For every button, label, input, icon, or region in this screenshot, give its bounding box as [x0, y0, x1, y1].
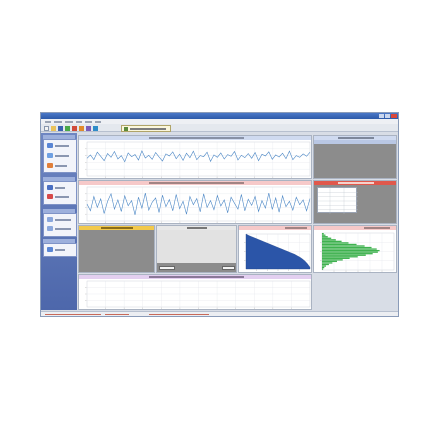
panel-title-placeholder — [338, 137, 374, 139]
graph-icon[interactable] — [47, 217, 53, 222]
help-icon[interactable] — [93, 125, 98, 131]
sidebar-item-label — [55, 165, 67, 167]
status-text — [149, 313, 209, 315]
waveform-icon[interactable] — [47, 194, 53, 199]
prev-button[interactable] — [159, 266, 175, 270]
histogram-bar — [322, 262, 333, 264]
histogram-bar — [322, 242, 349, 244]
tab-label — [130, 128, 166, 130]
sidebar-item-label — [55, 228, 71, 230]
histogram-bar — [322, 233, 324, 235]
sidebar-item-label — [55, 187, 65, 189]
settings-icon[interactable] — [86, 125, 91, 131]
histogram-bar — [322, 249, 380, 252]
histogram-bar — [322, 251, 378, 253]
new-icon[interactable] — [44, 125, 49, 131]
sidebar-item-label — [55, 155, 69, 157]
people-icon[interactable] — [47, 163, 53, 168]
status-bar — [41, 311, 398, 316]
export-icon[interactable] — [47, 247, 53, 252]
panel-header — [79, 226, 154, 230]
sidebar-section-export — [43, 243, 77, 257]
table-icon[interactable] — [47, 226, 53, 231]
info-table — [157, 230, 236, 263]
application-window — [40, 112, 399, 317]
panel-title-placeholder — [338, 182, 374, 184]
menu-item[interactable] — [76, 120, 82, 123]
sidebar-section-tools — [43, 181, 77, 205]
stats-panel-2 — [313, 180, 397, 224]
histogram-bar — [322, 248, 377, 250]
play-icon[interactable] — [65, 125, 70, 131]
histogram-bar — [322, 243, 357, 246]
histogram-bar — [322, 253, 373, 255]
distribution-chart[interactable] — [239, 226, 312, 273]
sidebar-section-actions — [43, 139, 77, 173]
histogram-bar — [322, 239, 336, 241]
histogram-bar — [322, 236, 328, 238]
signal-chart-1[interactable] — [79, 136, 312, 179]
sidebar-item-label — [55, 249, 65, 251]
menu-item[interactable] — [45, 120, 51, 123]
histogram-bar — [322, 259, 343, 261]
bottom-chart[interactable] — [79, 275, 312, 310]
panel-title-placeholder — [101, 227, 133, 229]
stats-panel-1 — [313, 135, 397, 179]
menu-item[interactable] — [65, 120, 73, 123]
close-button[interactable] — [391, 114, 397, 118]
histogram-bar — [322, 237, 332, 239]
histogram-bar — [322, 260, 337, 263]
histogram-bar — [322, 257, 350, 259]
distribution-panel — [238, 225, 312, 273]
open-folder-icon[interactable] — [47, 153, 53, 158]
chart-icon[interactable] — [79, 125, 84, 131]
sidebar — [41, 133, 77, 310]
info-panel-table — [156, 225, 237, 273]
save-icon[interactable] — [58, 125, 63, 131]
sidebar-item-label — [55, 219, 71, 221]
minimize-button[interactable] — [379, 114, 384, 118]
star-icon[interactable] — [47, 185, 53, 190]
menu-item[interactable] — [54, 120, 62, 123]
toolbar — [41, 124, 398, 132]
menu-item[interactable] — [85, 120, 92, 123]
histogram-bar — [322, 263, 329, 266]
histogram-bar — [322, 266, 325, 269]
save-icon[interactable] — [47, 143, 53, 148]
sidebar-item-label — [55, 196, 69, 198]
next-button[interactable] — [222, 266, 235, 270]
histogram-bar — [322, 234, 326, 236]
stats-table-grid — [318, 188, 358, 214]
maximize-button[interactable] — [385, 114, 390, 118]
histogram-bar — [322, 246, 372, 249]
histogram-bar — [322, 254, 366, 256]
signal-plot-panel — [78, 135, 312, 179]
histogram-bar — [322, 240, 342, 243]
histogram-bar — [322, 268, 324, 270]
document-icon — [124, 127, 128, 131]
panel-title-placeholder — [187, 227, 207, 229]
panel-header — [314, 181, 396, 185]
stats-tab-bar[interactable] — [314, 140, 396, 144]
histogram-bar — [322, 265, 327, 267]
sidebar-section-view — [43, 213, 77, 237]
histogram-panel — [313, 225, 397, 273]
sidebar-item-label — [55, 145, 69, 147]
histogram-bar — [322, 245, 365, 247]
status-text — [45, 313, 101, 315]
histogram-bar — [322, 256, 358, 258]
bottom-plot-panel — [78, 274, 312, 310]
stop-icon[interactable] — [72, 125, 77, 131]
signal-plot-panel-2 — [78, 180, 312, 224]
tab-document[interactable] — [121, 124, 171, 132]
histogram-chart[interactable] — [314, 226, 397, 273]
status-text — [105, 313, 129, 315]
open-folder-icon[interactable] — [51, 125, 56, 131]
stats-table — [317, 187, 358, 214]
info-panel-yellow — [78, 225, 155, 273]
menu-item[interactable] — [95, 120, 101, 123]
signal-chart-2[interactable] — [79, 181, 312, 224]
